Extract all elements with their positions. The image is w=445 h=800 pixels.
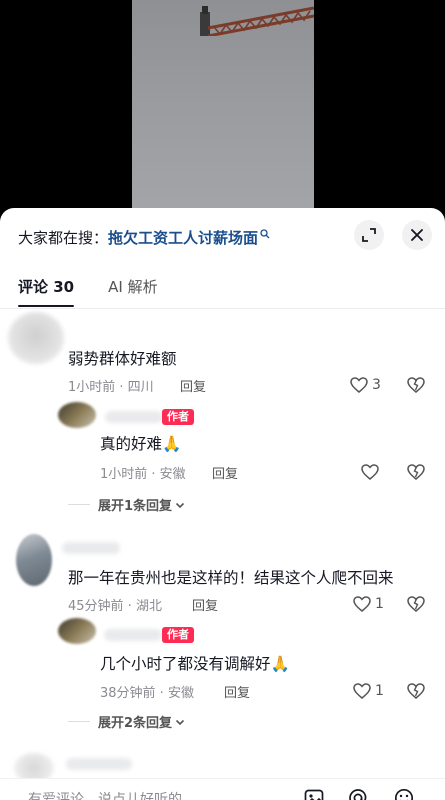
expand-replies-label: 展开2条回复 — [98, 716, 173, 731]
search-icon — [260, 229, 270, 239]
chevron-down-icon — [175, 502, 185, 508]
search-suggestion[interactable]: 大家都在搜： 拖欠工资工人讨薪场面 — [18, 226, 270, 248]
heart-icon — [353, 596, 371, 612]
like-button[interactable]: 1 — [352, 594, 384, 614]
dislike-icon[interactable] — [406, 681, 426, 701]
comment-meta: 45分钟前 · 湖北 — [68, 599, 162, 614]
reply-meta: 1小时前 · 安徽 — [100, 467, 186, 482]
reply-button[interactable]: 回复 — [224, 682, 250, 701]
dislike-icon[interactable] — [406, 375, 426, 395]
like-button[interactable]: 1 — [352, 681, 384, 701]
at-icon[interactable] — [347, 787, 369, 800]
expand-button[interactable] — [354, 220, 384, 250]
username-blurred — [62, 542, 120, 554]
image-icon[interactable] — [303, 787, 325, 800]
like-button[interactable]: 3 — [349, 375, 381, 395]
chevron-down-icon — [175, 719, 185, 725]
like-count: 1 — [375, 596, 384, 612]
expand-replies-button[interactable]: 展开1条回复 — [68, 495, 186, 514]
avatar[interactable] — [58, 402, 96, 428]
emoji-icon[interactable] — [393, 787, 415, 800]
reply-meta: 38分钟前 · 安徽 — [100, 686, 194, 701]
expand-replies-button[interactable]: 展开2条回复 — [68, 712, 186, 731]
tab-comments-label: 评论 — [18, 278, 49, 296]
close-icon — [411, 229, 423, 241]
comment-input-bar: 有爱评论，说点儿好听的 — [0, 778, 445, 800]
comment-input[interactable]: 有爱评论，说点儿好听的 — [28, 789, 182, 800]
reply-button[interactable]: 回复 — [192, 595, 218, 614]
tab-divider — [0, 308, 445, 309]
crane-image — [200, 6, 314, 36]
tab-comments[interactable]: 评论 30 — [18, 276, 75, 307]
video-frame[interactable] — [132, 0, 314, 215]
expand-divider — [68, 721, 90, 722]
author-badge: 作者 — [162, 627, 194, 643]
expand-replies-label: 展开1条回复 — [98, 499, 173, 514]
avatar[interactable] — [58, 618, 96, 644]
dislike-icon[interactable] — [406, 462, 426, 482]
username-blurred — [66, 758, 132, 770]
heart-icon — [361, 464, 379, 480]
reply-button[interactable]: 回复 — [180, 376, 206, 395]
like-count: 3 — [372, 377, 381, 393]
reply-text: 真的好难🙏 — [100, 435, 182, 453]
reply-button[interactable]: 回复 — [212, 463, 238, 482]
close-button[interactable] — [402, 220, 432, 250]
reply-text: 几个小时了都没有调解好🙏 — [100, 655, 290, 673]
comment-meta: 1小时前 · 四川 — [68, 380, 154, 395]
search-prefix: 大家都在搜： — [18, 228, 109, 247]
tab-ai-analysis[interactable]: AI 解析 — [108, 276, 157, 307]
avatar[interactable] — [8, 312, 64, 364]
comment-sheet: 大家都在搜： 拖欠工资工人讨薪场面 评论 30 AI 解析 弱势群体好难额 1小… — [0, 208, 445, 800]
avatar[interactable] — [16, 534, 52, 586]
comment-text: 那一年在贵州也是这样的！结果这个人爬不回来 — [68, 569, 394, 587]
expand-icon — [362, 228, 376, 242]
dislike-icon[interactable] — [406, 594, 426, 614]
search-query-link[interactable]: 拖欠工资工人讨薪场面 — [108, 227, 258, 248]
username-blurred — [105, 411, 163, 423]
comment-text: 弱势群体好难额 — [68, 350, 177, 368]
username-blurred — [104, 629, 162, 641]
like-count: 1 — [375, 683, 384, 699]
author-badge: 作者 — [162, 409, 194, 425]
like-button[interactable] — [360, 462, 380, 482]
heart-icon — [350, 377, 368, 393]
tab-bar: 评论 30 AI 解析 — [18, 276, 158, 307]
heart-icon — [353, 683, 371, 699]
expand-divider — [68, 504, 90, 505]
tab-comments-count: 30 — [53, 278, 75, 296]
